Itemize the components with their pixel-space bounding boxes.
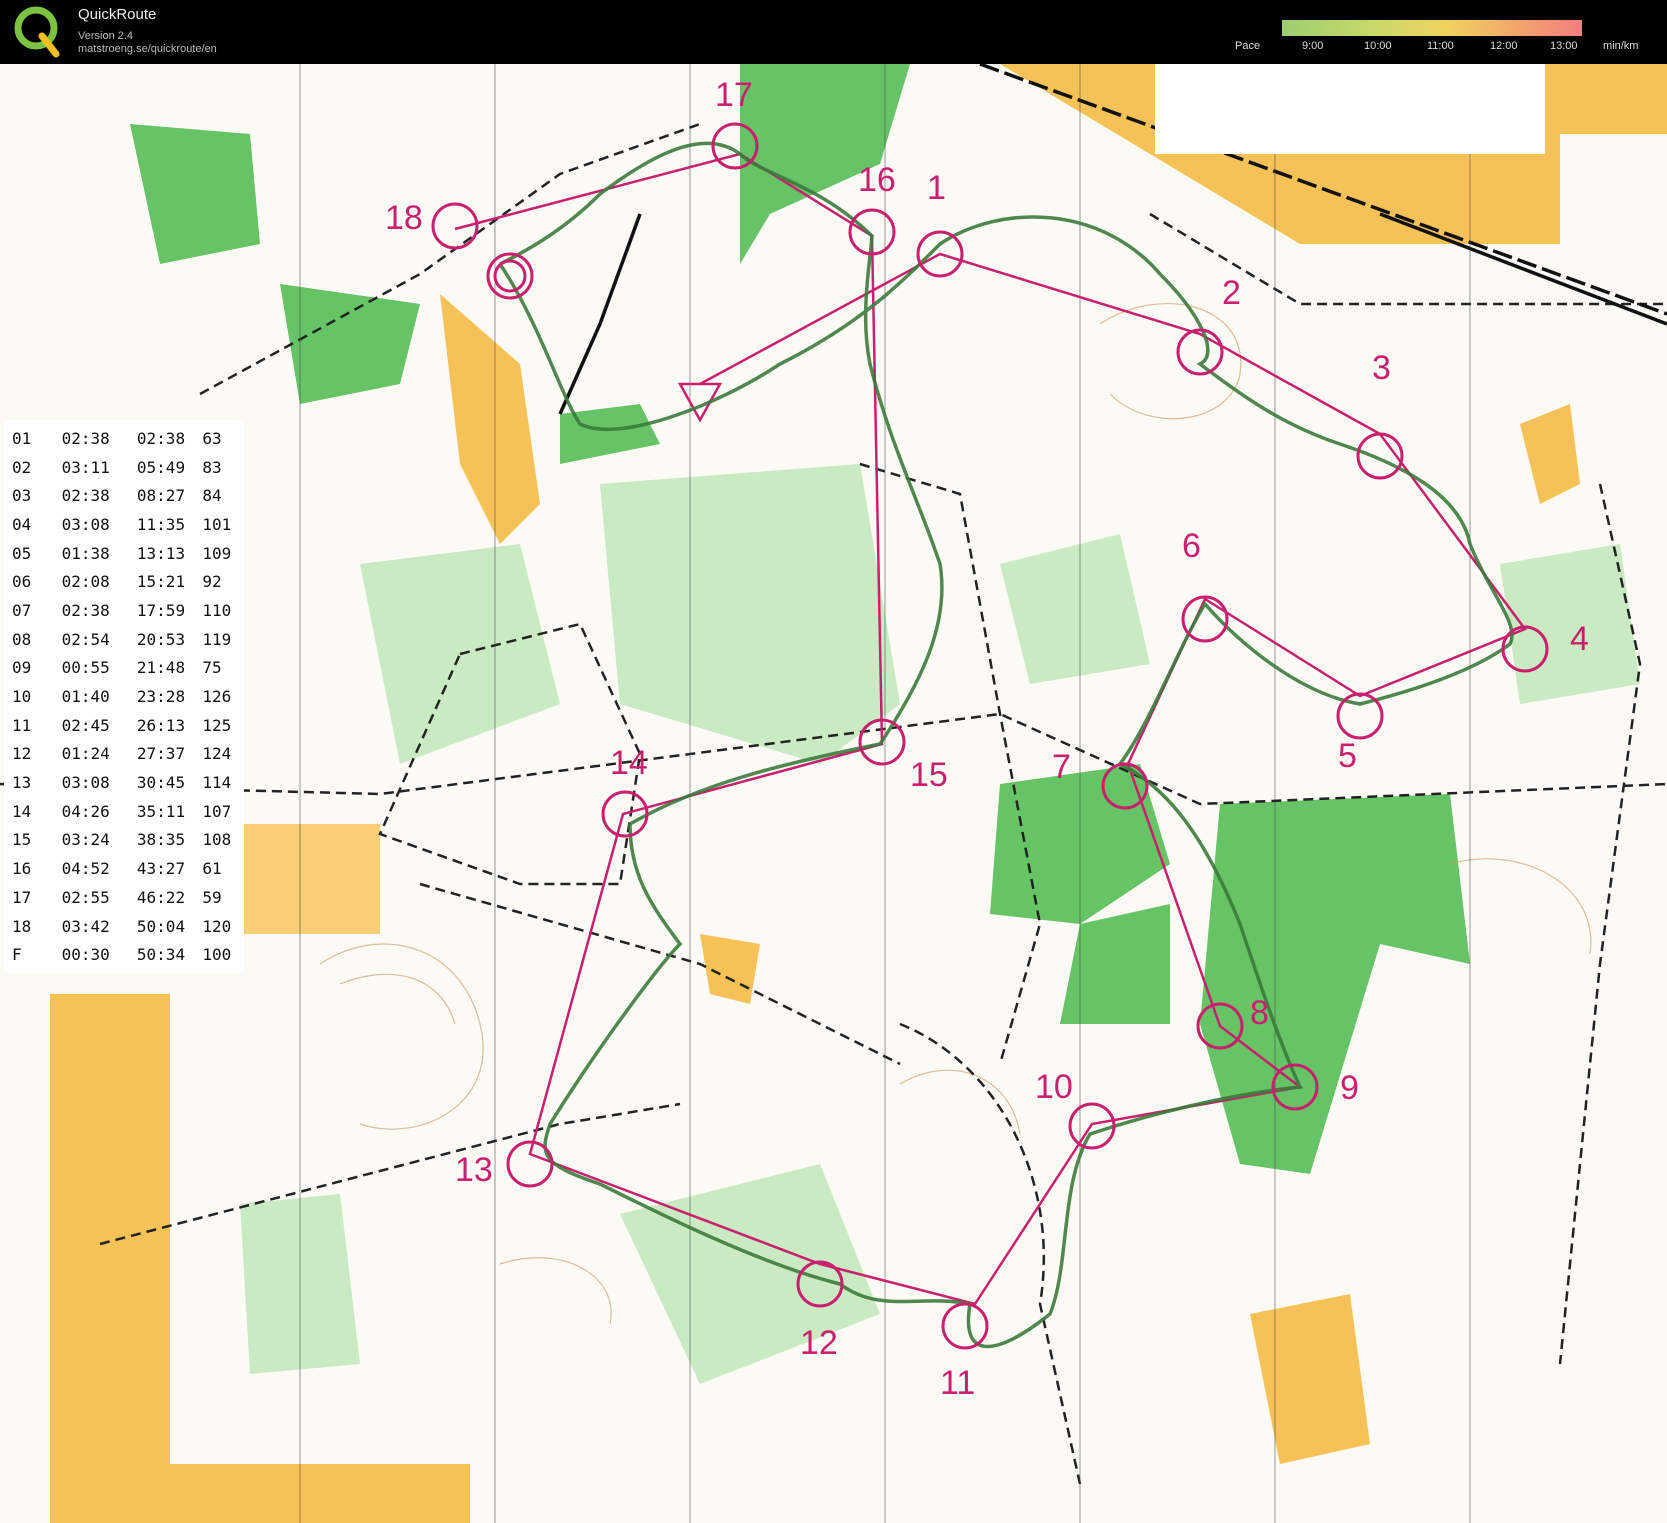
- app-version: Version 2.4: [78, 30, 134, 42]
- orienteering-map[interactable]: 1 2 3 4 5 6 7 8 9 10 11 12 13 14 15 16 1…: [0, 64, 1667, 1523]
- table-row: 09 00:55 21:48 75: [12, 658, 222, 678]
- pace-tick: 13:00: [1550, 40, 1578, 52]
- control-label: 14: [610, 744, 648, 782]
- control-label: 8: [1250, 994, 1269, 1032]
- quickroute-logo-icon: [14, 6, 60, 58]
- app-header: QuickRoute Version 2.4 matstroeng.se/qui…: [0, 0, 1667, 64]
- control-label: 10: [1035, 1068, 1073, 1106]
- control-label: 5: [1338, 737, 1357, 775]
- app-url: matstroeng.se/quickroute/en: [78, 43, 217, 55]
- pace-tick: 9:00: [1302, 40, 1324, 52]
- control-label: 17: [715, 76, 753, 114]
- table-row: 02 03:11 05:49 83: [12, 457, 222, 477]
- control-label: 13: [455, 1151, 493, 1189]
- control-label: 9: [1340, 1069, 1359, 1107]
- table-row: 05 01:38 13:13 109: [12, 543, 232, 563]
- app-name: QuickRoute: [78, 6, 157, 23]
- table-row: 18 03:42 50:04 120: [12, 916, 232, 936]
- pace-tick: 12:00: [1490, 40, 1518, 52]
- control-label: 16: [858, 161, 896, 199]
- table-row: 01 02:38 02:38 63: [12, 428, 222, 448]
- table-row: 12 01:24 27:37 124: [12, 744, 232, 764]
- pace-tick: 11:00: [1427, 40, 1454, 52]
- table-row: 10 01:40 23:28 126: [12, 687, 232, 707]
- map-blank-area: [1155, 64, 1545, 154]
- table-row: 03 02:38 08:27 84: [12, 486, 222, 506]
- table-row: 15 03:24 38:35 108: [12, 830, 232, 850]
- control-label: 3: [1372, 349, 1391, 387]
- table-row: 04 03:08 11:35 101: [12, 514, 232, 534]
- table-row: 14 04:26 35:11 107: [12, 801, 232, 821]
- pace-unit: min/km: [1603, 40, 1639, 52]
- table-row: 17 02:55 46:22 59: [12, 887, 222, 907]
- table-row: F 00:30 50:34 100: [12, 945, 232, 965]
- table-row: 07 02:38 17:59 110: [12, 600, 232, 620]
- control-label: 15: [910, 756, 948, 794]
- control-label: 18: [385, 199, 423, 237]
- table-row: 16 04:52 43:27 61: [12, 859, 222, 879]
- pace-color-scale: [1282, 20, 1582, 36]
- control-label: 2: [1222, 274, 1241, 312]
- split-times-table: 01 02:38 02:38 63 02 03:11 05:49 83 03 02:38 08:…: [4, 420, 244, 974]
- control-label: 6: [1182, 527, 1201, 565]
- table-row: 11 02:45 26:13 125: [12, 715, 232, 735]
- table-row: 06 02:08 15:21 92: [12, 572, 222, 592]
- control-label: 12: [800, 1324, 838, 1362]
- control-label: 1: [927, 169, 946, 207]
- control-label: 11: [940, 1364, 975, 1402]
- control-label: 7: [1052, 748, 1071, 786]
- pace-legend-label: Pace: [1235, 40, 1261, 52]
- control-label: 4: [1570, 620, 1589, 658]
- table-row: 08 02:54 20:53 119: [12, 629, 232, 649]
- table-row: 13 03:08 30:45 114: [12, 773, 232, 793]
- pace-tick: 10:00: [1364, 40, 1392, 52]
